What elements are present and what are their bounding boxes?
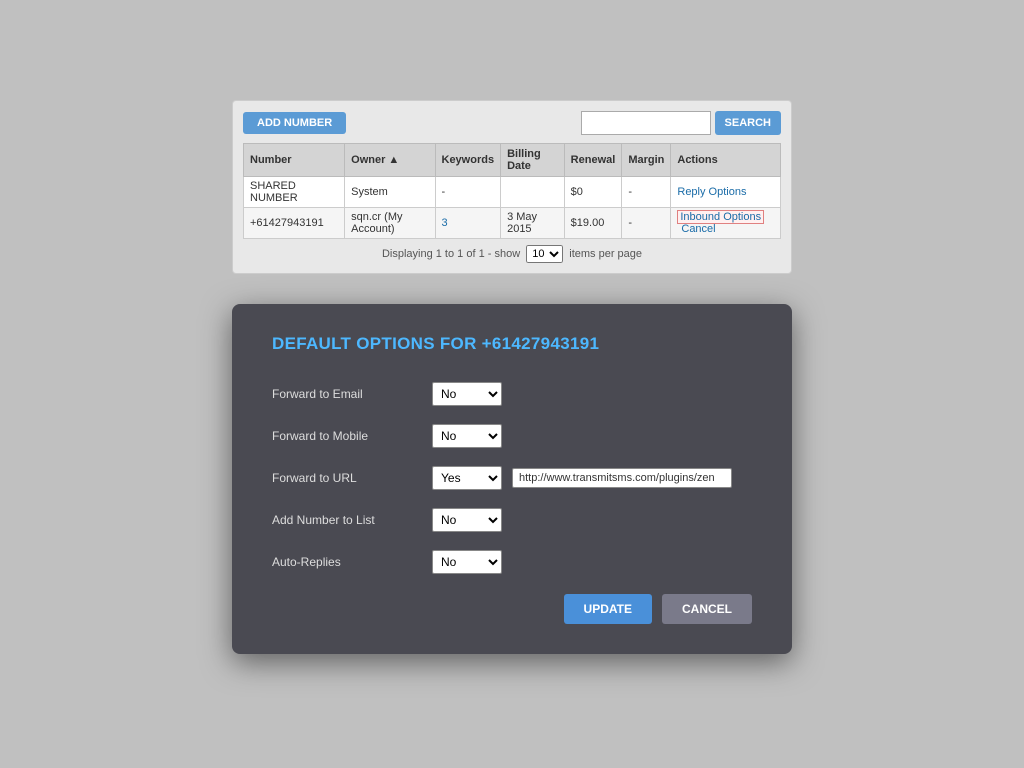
toolbar: ADD NUMBER SEARCH (243, 111, 781, 135)
cell-renewal: $0 (564, 177, 622, 208)
select-forward-url[interactable]: No Yes (432, 466, 502, 490)
label-add-to-list: Add Number to List (272, 513, 432, 527)
cell-margin: - (622, 208, 671, 239)
col-billing-date: Billing Date (501, 144, 565, 177)
modal-title: DEFAULT OPTIONS FOR +61427943191 (272, 334, 752, 354)
col-actions: Actions (671, 144, 781, 177)
pagination-suffix: items per page (569, 248, 642, 260)
reply-options-link[interactable]: Reply Options (677, 186, 746, 198)
modal: DEFAULT OPTIONS FOR +61427943191 Forward… (232, 304, 792, 654)
search-input[interactable] (581, 111, 711, 135)
pagination: Displaying 1 to 1 of 1 - show 10 25 50 i… (243, 245, 781, 263)
label-auto-replies: Auto-Replies (272, 555, 432, 569)
cell-margin: - (622, 177, 671, 208)
cell-owner: sqn.cr (My Account) (345, 208, 435, 239)
cell-renewal: $19.00 (564, 208, 622, 239)
update-button[interactable]: UPDATE (564, 594, 652, 624)
select-forward-mobile[interactable]: No Yes (432, 424, 502, 448)
add-number-button[interactable]: ADD NUMBER (243, 112, 346, 134)
label-forward-email: Forward to Email (272, 387, 432, 401)
numbers-table: Number Owner ▲ Keywords Billing Date Ren… (243, 143, 781, 239)
form-row-email: Forward to Email No Yes (272, 382, 752, 406)
url-input[interactable] (512, 468, 732, 488)
label-forward-url: Forward to URL (272, 471, 432, 485)
pagination-text: Displaying 1 to 1 of 1 - show (382, 248, 520, 260)
table-area: ADD NUMBER SEARCH Number Owner ▲ Keyword… (232, 100, 792, 274)
cancel-number-link[interactable]: Cancel (681, 223, 715, 235)
modal-footer: UPDATE CANCEL (272, 594, 752, 624)
label-forward-mobile: Forward to Mobile (272, 429, 432, 443)
cell-keywords: - (435, 177, 501, 208)
form-row-mobile: Forward to Mobile No Yes (272, 424, 752, 448)
cell-number: +61427943191 (244, 208, 345, 239)
cell-billing-date (501, 177, 565, 208)
table-row: +61427943191 sqn.cr (My Account) 3 3 May… (244, 208, 781, 239)
form-row-list: Add Number to List No Yes (272, 508, 752, 532)
select-forward-email[interactable]: No Yes (432, 382, 502, 406)
cell-keywords: 3 (435, 208, 501, 239)
per-page-select[interactable]: 10 25 50 (526, 245, 563, 263)
col-owner: Owner ▲ (345, 144, 435, 177)
cancel-button[interactable]: CANCEL (662, 594, 752, 624)
search-button[interactable]: SEARCH (715, 111, 781, 135)
inbound-options-link[interactable]: Inbound Options (677, 210, 764, 224)
select-auto-replies[interactable]: No Yes (432, 550, 502, 574)
cell-billing-date: 3 May 2015 (501, 208, 565, 239)
col-renewal: Renewal (564, 144, 622, 177)
cell-number: SHARED NUMBER (244, 177, 345, 208)
cell-actions: Inbound Options Cancel (671, 208, 781, 239)
search-row: SEARCH (581, 111, 781, 135)
col-margin: Margin (622, 144, 671, 177)
col-number: Number (244, 144, 345, 177)
form-row-auto-replies: Auto-Replies No Yes (272, 550, 752, 574)
form-row-url: Forward to URL No Yes (272, 466, 752, 490)
cell-actions: Reply Options (671, 177, 781, 208)
select-add-to-list[interactable]: No Yes (432, 508, 502, 532)
col-keywords: Keywords (435, 144, 501, 177)
modal-overlay: DEFAULT OPTIONS FOR +61427943191 Forward… (232, 304, 792, 654)
table-row: SHARED NUMBER System - $0 - Reply Option… (244, 177, 781, 208)
cell-owner: System (345, 177, 435, 208)
